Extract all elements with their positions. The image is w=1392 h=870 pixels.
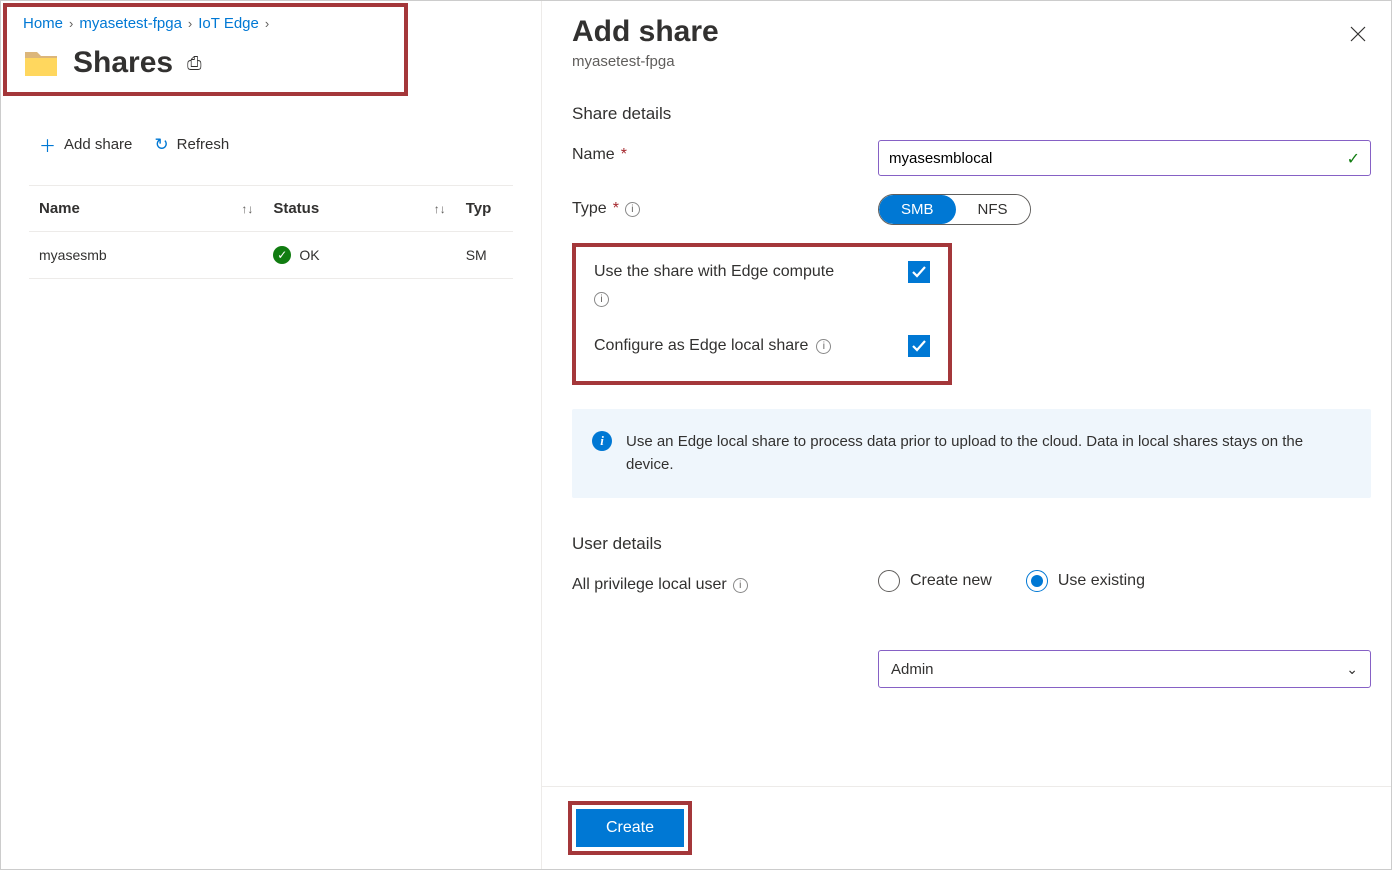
user-label: All privilege local user i bbox=[572, 570, 862, 594]
breadcrumb-resource[interactable]: myasetest-fpga bbox=[79, 15, 182, 32]
edge-compute-checkbox[interactable] bbox=[908, 261, 930, 283]
add-share-button[interactable]: ＋ Add share bbox=[39, 132, 132, 157]
user-select[interactable]: Admin ⌄ bbox=[878, 650, 1371, 688]
create-button[interactable]: Create bbox=[576, 809, 684, 847]
share-name-input[interactable] bbox=[889, 141, 1334, 175]
radio-create-new[interactable]: Create new bbox=[878, 570, 992, 592]
close-button[interactable] bbox=[1349, 25, 1367, 46]
column-header-name[interactable]: Name ↑↓ bbox=[29, 186, 263, 231]
header-highlight: Home › myasetest-fpga › IoT Edge › Share… bbox=[3, 3, 408, 96]
edge-compute-label: Use the share with Edge compute bbox=[594, 263, 894, 281]
pin-button[interactable]: ⎙ bbox=[187, 53, 201, 74]
sort-icon: ↑↓ bbox=[434, 202, 446, 216]
edge-local-label: Configure as Edge local share i bbox=[594, 337, 894, 355]
info-icon[interactable]: i bbox=[816, 339, 831, 354]
name-label: Name* bbox=[572, 140, 862, 164]
breadcrumb: Home › myasetest-fpga › IoT Edge › bbox=[23, 15, 388, 32]
cell-status: ✓ OK bbox=[263, 232, 455, 278]
refresh-button[interactable]: ↻ Refresh bbox=[154, 132, 229, 157]
type-nfs-option[interactable]: NFS bbox=[956, 195, 1030, 224]
info-icon[interactable]: i bbox=[625, 202, 640, 217]
info-icon[interactable]: i bbox=[733, 578, 748, 593]
chevron-right-icon: › bbox=[265, 16, 269, 31]
chevron-right-icon: › bbox=[188, 16, 192, 31]
page-title: Shares bbox=[73, 46, 173, 80]
edge-compute-highlight: Use the share with Edge compute i Config… bbox=[572, 243, 952, 385]
type-toggle: SMB NFS bbox=[878, 194, 1031, 225]
type-smb-option[interactable]: SMB bbox=[879, 195, 956, 224]
create-highlight: Create bbox=[568, 801, 692, 855]
add-share-label: Add share bbox=[64, 136, 132, 153]
column-header-status[interactable]: Status ↑↓ bbox=[263, 186, 455, 231]
name-input-wrap: ✓ bbox=[878, 140, 1371, 176]
edge-local-checkbox[interactable] bbox=[908, 335, 930, 357]
ok-icon: ✓ bbox=[273, 246, 291, 264]
info-banner-text: Use an Edge local share to process data … bbox=[626, 431, 1351, 476]
table-row[interactable]: myasesmb ✓ OK SM bbox=[29, 232, 513, 279]
add-share-panel: Add share myasetest-fpga Share details N… bbox=[541, 1, 1391, 869]
info-banner: i Use an Edge local share to process dat… bbox=[572, 409, 1371, 498]
refresh-label: Refresh bbox=[177, 136, 230, 153]
user-radio-group: Create new Use existing bbox=[878, 570, 1145, 592]
chevron-down-icon: ⌄ bbox=[1346, 661, 1358, 678]
info-icon[interactable]: i bbox=[594, 292, 609, 307]
cell-type: SM bbox=[456, 232, 513, 278]
valid-check-icon: ✓ bbox=[1347, 149, 1360, 169]
cell-name: myasesmb bbox=[29, 232, 263, 278]
close-icon bbox=[1349, 25, 1367, 43]
user-select-value: Admin bbox=[891, 661, 934, 678]
panel-title: Add share bbox=[572, 15, 1361, 49]
chevron-right-icon: › bbox=[69, 16, 73, 31]
plus-icon: ＋ bbox=[39, 132, 56, 157]
breadcrumb-section[interactable]: IoT Edge bbox=[198, 15, 259, 32]
info-banner-icon: i bbox=[592, 431, 612, 451]
column-header-type[interactable]: Typ bbox=[456, 186, 513, 231]
radio-use-existing[interactable]: Use existing bbox=[1026, 570, 1145, 592]
panel-subtitle: myasetest-fpga bbox=[572, 53, 1361, 70]
breadcrumb-home[interactable]: Home bbox=[23, 15, 63, 32]
sort-icon: ↑↓ bbox=[241, 202, 253, 216]
share-details-heading: Share details bbox=[572, 104, 1371, 124]
user-details-heading: User details bbox=[572, 534, 1371, 554]
type-label: Type* i bbox=[572, 194, 862, 218]
refresh-icon: ↻ bbox=[154, 135, 168, 155]
folder-icon bbox=[23, 48, 59, 78]
shares-table: Name ↑↓ Status ↑↓ Typ myasesmb ✓ OK SM bbox=[29, 185, 513, 279]
